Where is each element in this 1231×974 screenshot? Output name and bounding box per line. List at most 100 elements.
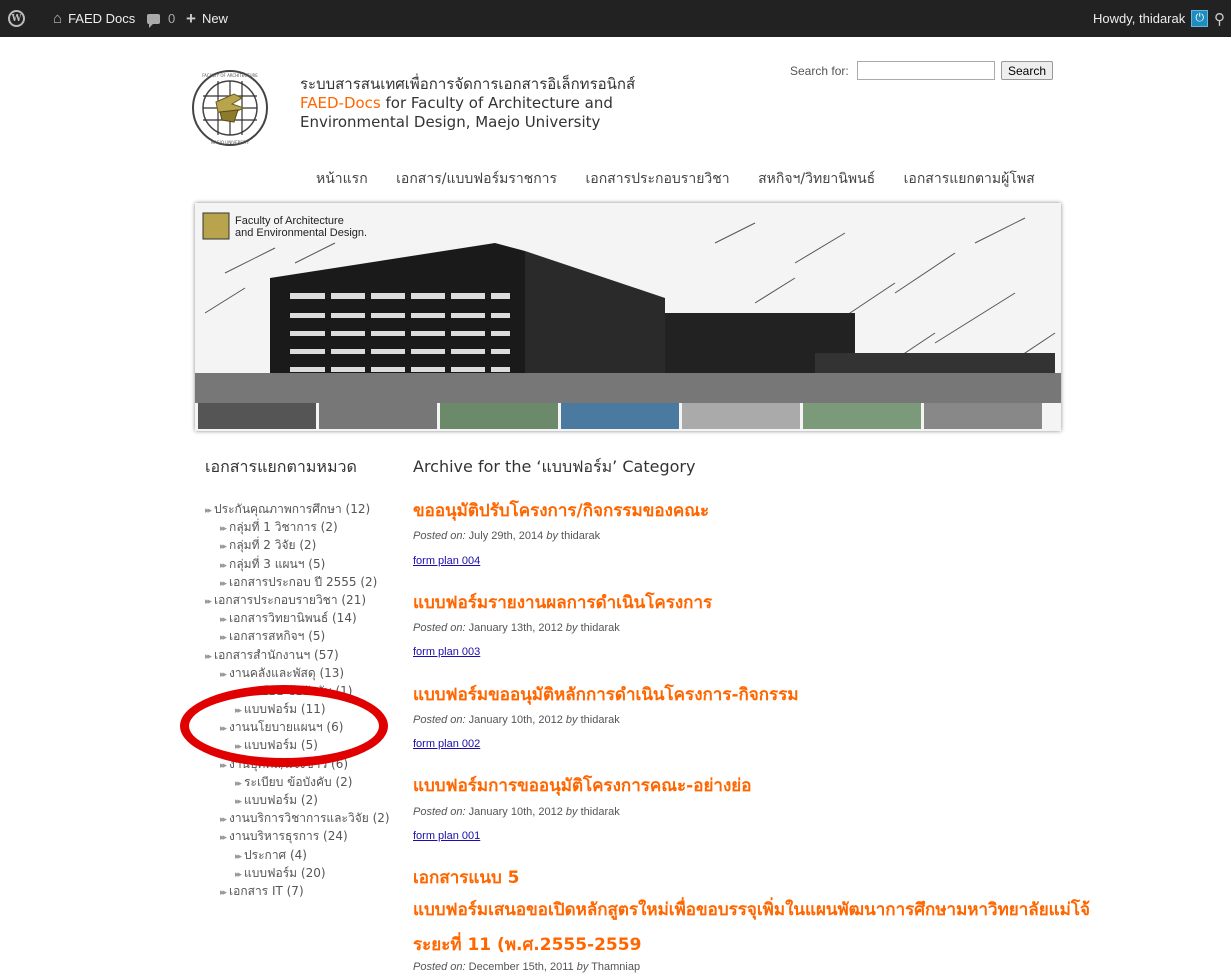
category-item[interactable]: ▸▸ เอกสารประกอบ ปี 2555 (2) xyxy=(205,573,390,591)
double-arrow-icon: ▸▸ xyxy=(220,578,227,589)
nav-item-coop-thesis[interactable]: สหกิจฯ/วิทยานิพนธ์ xyxy=(758,171,875,187)
category-label: เอกสารประกอบรายวิชา (21) xyxy=(214,592,367,607)
comments-count: 0 xyxy=(168,11,176,26)
category-label: กลุ่มที่ 2 วิจัย (2) xyxy=(229,538,317,553)
double-arrow-icon: ▸▸ xyxy=(220,560,227,571)
post-meta: Posted on: January 10th, 2012 by thidara… xyxy=(413,714,620,726)
post-meta: Posted on: January 10th, 2012 by thidara… xyxy=(413,806,620,818)
double-arrow-icon: ▸▸ xyxy=(220,833,227,844)
category-label: เอกสารสหกิจฯ (5) xyxy=(229,629,326,644)
howdy-text: Howdy, thidarak xyxy=(1093,11,1186,26)
double-arrow-icon: ▸▸ xyxy=(220,524,227,535)
double-arrow-icon: ▸▸ xyxy=(220,633,227,644)
double-arrow-icon: ▸▸ xyxy=(205,651,212,662)
post-attachment-link[interactable]: form plan 002 xyxy=(413,738,480,750)
site-title[interactable]: ระบบสารสนเทศเพื่อการจัดการเอกสารอิเล็กทร… xyxy=(300,75,635,132)
admin-bar: W ⌂ FAED Docs 0 + New Howdy, thidarak ⏻ … xyxy=(0,0,1231,37)
site-title-en-line1: for Faculty of Architecture and xyxy=(380,94,613,112)
category-item[interactable]: ▸▸ เอกสารวิทยานิพนธ์ (14) xyxy=(205,609,390,627)
post-attachment-link[interactable]: form plan 003 xyxy=(413,646,480,658)
category-label: เอกสาร IT (7) xyxy=(229,883,304,898)
category-item[interactable]: ▸▸ กลุ่มที่ 1 วิชาการ (2) xyxy=(205,518,390,536)
post-meta: Posted on: July 29th, 2014 by thidarak xyxy=(413,530,601,542)
post-title-line[interactable]: เอกสารแนบ 5 xyxy=(413,864,519,891)
admin-search-icon[interactable]: ⚲ xyxy=(1214,0,1225,37)
building-photo: Faculty of Architecture and Environmenta… xyxy=(195,203,1061,431)
category-item[interactable]: ▸▸ ประกันคุณภาพการศึกษา (12) xyxy=(205,500,390,518)
double-arrow-icon: ▸▸ xyxy=(235,869,242,880)
post-title[interactable]: แบบฟอร์มขออนุมัติหลักการดำเนินโครงการ-กิ… xyxy=(413,681,799,708)
category-label: ระเบียบ ข้อบังคับ (2) xyxy=(244,774,353,789)
new-content-link[interactable]: + New xyxy=(186,0,228,37)
double-arrow-icon: ▸▸ xyxy=(220,615,227,626)
category-item[interactable]: ▸▸ แบบฟอร์ม (2) xyxy=(205,791,390,809)
post-title-line[interactable]: ระยะที่ 11 (พ.ศ.2555-2559 xyxy=(413,931,641,958)
double-arrow-icon: ▸▸ xyxy=(220,669,227,680)
double-arrow-icon: ▸▸ xyxy=(220,760,227,771)
category-item[interactable]: ▸▸ กลุ่มที่ 3 แผนฯ (5) xyxy=(205,555,390,573)
search-button[interactable]: Search xyxy=(1001,61,1053,80)
category-item[interactable]: ▸▸ เอกสาร IT (7) xyxy=(205,882,390,900)
site-name-link[interactable]: ⌂ FAED Docs xyxy=(53,0,135,37)
plus-icon: + xyxy=(186,8,196,28)
post-title[interactable]: แบบฟอร์มการขออนุมัติโครงการคณะ-อย่างย่อ xyxy=(413,772,751,799)
nav-item-by-author[interactable]: เอกสารแยกตามผู้โพส xyxy=(904,171,1035,187)
comments-link[interactable]: 0 xyxy=(147,0,175,37)
main-navigation: หน้าแรก เอกสาร/แบบฟอร์มราชการ เอกสารประก… xyxy=(316,168,1059,190)
power-icon: ⏻ xyxy=(1191,10,1209,27)
svg-text:FACULTY OF ARCHITECTURE: FACULTY OF ARCHITECTURE xyxy=(202,73,258,78)
category-item[interactable]: ▸▸ ระเบียบ ข้อบังคับ (2) xyxy=(205,773,390,791)
faculty-seal-logo[interactable]: FACULTY OF ARCHITECTURE MAEJO UNIVERSITY xyxy=(190,68,288,148)
category-item[interactable]: ▸▸ เอกสารสหกิจฯ (5) xyxy=(205,627,390,645)
nav-item-home[interactable]: หน้าแรก xyxy=(316,171,368,187)
category-label: ประกาศ (4) xyxy=(244,847,307,862)
double-arrow-icon: ▸▸ xyxy=(205,506,212,516)
category-item[interactable]: ▸▸ ประกาศ (4) xyxy=(205,846,390,864)
category-item[interactable]: ▸▸ งานบริการวิชาการและวิจัย (2) xyxy=(205,809,390,827)
double-arrow-icon: ▸▸ xyxy=(235,778,242,789)
post-attachment-link[interactable]: form plan 004 xyxy=(413,555,480,567)
post-meta: Posted on: December 15th, 2011 by Thamni… xyxy=(413,961,641,973)
new-label: New xyxy=(201,11,228,26)
my-account-link[interactable]: Howdy, thidarak ⏻ xyxy=(1093,0,1209,37)
double-arrow-icon: ▸▸ xyxy=(220,815,227,826)
category-item[interactable]: ▸▸ แบบฟอร์ม (20) xyxy=(205,864,390,882)
category-item[interactable]: ▸▸ เอกสารสำนักงานฯ (57) xyxy=(205,646,390,664)
sidebar-title: เอกสารแยกตามหมวด xyxy=(205,457,357,476)
category-label: งานคลังและพัสดุ (13) xyxy=(229,665,345,680)
banner-caption-2: and Environmental Design. xyxy=(235,227,367,239)
site-title-accent: FAED-Docs xyxy=(300,94,381,112)
site-title-thai: ระบบสารสนเทศเพื่อการจัดการเอกสารอิเล็กทร… xyxy=(300,75,636,93)
home-icon: ⌂ xyxy=(53,10,63,27)
site-title-en-line2: Environmental Design, Maejo University xyxy=(300,113,601,131)
category-item[interactable]: ▸▸ กลุ่มที่ 2 วิจัย (2) xyxy=(205,536,390,554)
post-meta: Posted on: January 13th, 2012 by thidara… xyxy=(413,622,620,634)
site-name: FAED Docs xyxy=(68,11,136,26)
post-title[interactable]: ขออนุมัติปรับโครงการ/กิจกรรมของคณะ xyxy=(413,497,709,524)
red-highlight-ellipse xyxy=(180,685,388,767)
search-input[interactable] xyxy=(857,61,995,80)
category-label: แบบฟอร์ม (2) xyxy=(244,793,318,807)
category-label: งานบริหารธุรการ (24) xyxy=(229,829,348,844)
post-attachment-link[interactable]: form plan 001 xyxy=(413,830,480,842)
category-item[interactable]: ▸▸ งานคลังและพัสดุ (13) xyxy=(205,664,390,682)
svg-text:MAEJO UNIVERSITY: MAEJO UNIVERSITY xyxy=(211,140,250,145)
post-title[interactable]: แบบฟอร์มรายงานผลการดำเนินโครงการ xyxy=(413,589,712,616)
category-item[interactable]: ▸▸ เอกสารประกอบรายวิชา (21) xyxy=(205,591,390,609)
wordpress-logo-icon[interactable]: W xyxy=(8,0,25,37)
comment-icon xyxy=(147,13,160,28)
category-label: กลุ่มที่ 1 วิชาการ (2) xyxy=(229,520,338,535)
header-banner-image: Faculty of Architecture and Environmenta… xyxy=(195,203,1061,431)
category-label: เอกสารวิทยานิพนธ์ (14) xyxy=(229,611,357,626)
nav-item-official-forms[interactable]: เอกสาร/แบบฟอร์มราชการ xyxy=(396,171,557,187)
category-label: เอกสารประกอบ ปี 2555 (2) xyxy=(229,574,378,589)
post-title-line[interactable]: แบบฟอร์มเสนอขอเปิดหลักสูตรใหม่เพื่อขอบรร… xyxy=(413,896,1090,923)
search-label: Search for: xyxy=(790,64,849,78)
nav-item-course-documents[interactable]: เอกสารประกอบรายวิชา xyxy=(586,171,730,187)
category-label: แบบฟอร์ม (20) xyxy=(244,865,326,880)
banner-caption-1: Faculty of Architecture xyxy=(235,215,344,227)
double-arrow-icon: ▸▸ xyxy=(220,887,227,898)
double-arrow-icon: ▸▸ xyxy=(235,797,242,807)
category-label: เอกสารสำนักงานฯ (57) xyxy=(214,647,339,662)
category-item[interactable]: ▸▸ งานบริหารธุรการ (24) xyxy=(205,827,390,845)
